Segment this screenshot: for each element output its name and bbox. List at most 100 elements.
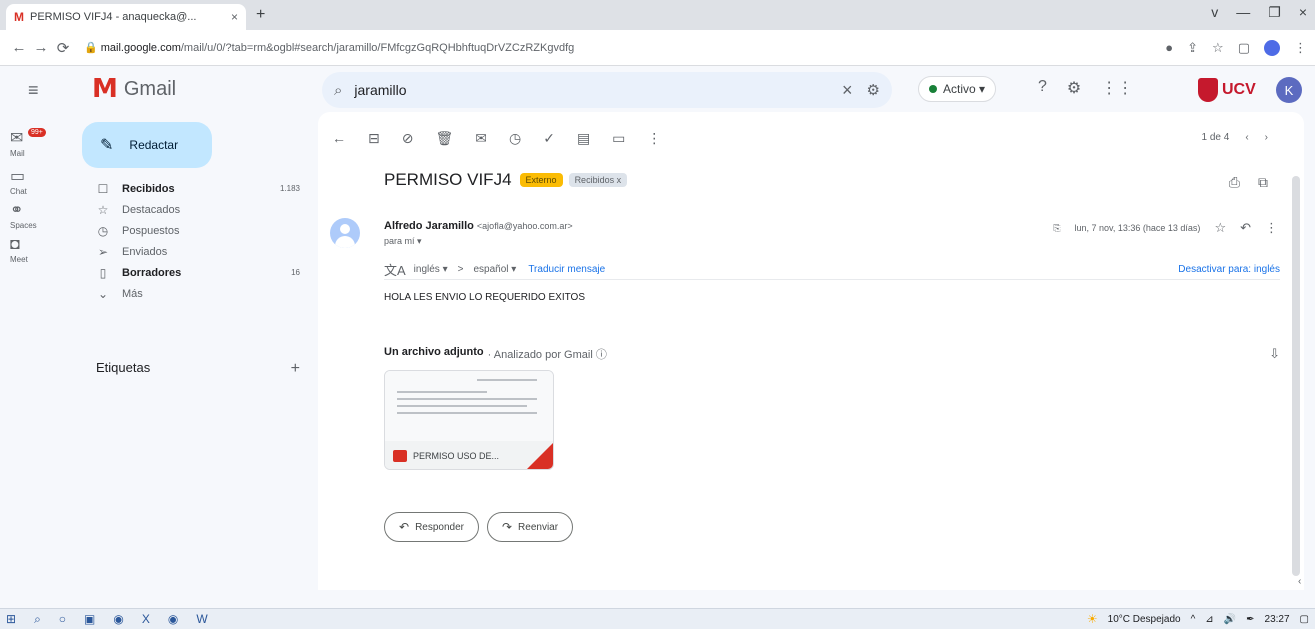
reply-label: Responder [415, 521, 464, 533]
browser-profile-icon[interactable] [1264, 39, 1280, 56]
prev-icon[interactable]: ‹ [1245, 132, 1248, 143]
excel-icon[interactable]: X [142, 612, 150, 627]
disable-translate-link[interactable]: Desactivar para: inglés [1178, 264, 1280, 275]
gmail-wordmark: Gmail [123, 77, 177, 100]
sidebar-item-starred[interactable]: ☆ Destacados [96, 199, 306, 220]
message-more-icon[interactable]: ⋮ [1265, 220, 1278, 236]
sidebar-item-sent[interactable]: ➢ Enviados [96, 241, 306, 262]
account-avatar[interactable]: K [1276, 77, 1302, 103]
star-message-icon[interactable]: ☆ [1214, 220, 1226, 236]
rail-item-spaces[interactable]: ⚭ Spaces [0, 200, 68, 230]
mail-folders: ☐ Recibidos 1.183 ☆ Destacados ◷ Pospues… [96, 178, 306, 304]
reply-button[interactable]: ↶ Responder [384, 512, 479, 542]
task-view-icon[interactable]: ▣ [84, 612, 95, 627]
browser-menu-icon[interactable]: ⋮ [1294, 40, 1307, 56]
tray-expand-icon[interactable]: ^ [1191, 614, 1196, 625]
reply-icon[interactable]: ↶ [1240, 220, 1251, 236]
browser-tab[interactable]: M PERMISO VIFJ4 - anaquecka@... × [6, 4, 246, 30]
window-controls: v — ❐ × [1211, 4, 1307, 21]
apps-grid-icon[interactable]: ⋮⋮ [1101, 78, 1133, 98]
sender-name[interactable]: Alfredo Jaramillo [384, 220, 474, 232]
add-to-drive-icon[interactable]: ⇩ [1269, 346, 1280, 362]
share-icon[interactable]: ⇪ [1187, 40, 1198, 56]
recipient-toggle[interactable]: para mí ▾ [384, 236, 422, 247]
message-meta: ⎘ lun, 7 nov, 13:36 (hace 13 días) ☆ ↶ ⋮ [1053, 220, 1278, 236]
address-bar: ← → ⟳ 🔒 mail.google.com/mail/u/0/?tab=rm… [0, 30, 1315, 66]
inbox-label-chip[interactable]: Recibidos x [568, 173, 628, 187]
search-icon[interactable]: ⌕ [334, 82, 342, 99]
back-to-list-icon[interactable]: ← [332, 130, 346, 147]
sidebar-item-more[interactable]: ⌄ Más [96, 283, 306, 304]
weather-text[interactable]: 10°C Despejado [1108, 614, 1181, 625]
translate-bar: 文A inglés ▾ > español ▾ Traducir mensaje… [384, 260, 1280, 280]
close-tab-icon[interactable]: × [231, 10, 238, 24]
attachment-clip-icon: ⎘ [1053, 222, 1061, 233]
clear-search-icon[interactable]: × [842, 80, 853, 101]
compose-button[interactable]: ✎ Redactar [82, 122, 212, 168]
volume-icon[interactable]: 🔊 [1224, 614, 1236, 625]
translate-to[interactable]: español [473, 264, 508, 275]
sidebar-item-label: Enviados [122, 245, 168, 258]
windows-start-icon[interactable]: ⊞ [6, 612, 16, 627]
spaces-icon: ⚭ [10, 202, 24, 219]
pen-icon[interactable]: ✒ [1246, 614, 1254, 625]
search-input[interactable]: jaramillo [354, 82, 842, 98]
url-field[interactable]: 🔒 mail.google.com/mail/u/0/?tab=rm&ogbl#… [84, 41, 1155, 54]
clock-time[interactable]: 23:27 [1265, 614, 1290, 625]
reload-icon[interactable]: ⟳ [52, 39, 74, 57]
sidebar-item-snoozed[interactable]: ◷ Pospuestos [96, 220, 306, 241]
add-task-icon[interactable]: ✓ [543, 130, 555, 147]
new-tab-icon[interactable]: + [256, 6, 265, 24]
main-menu-icon[interactable]: ≡ [28, 80, 39, 101]
maximize-icon[interactable]: ❐ [1268, 4, 1281, 21]
chrome-icon[interactable]: ◉ [113, 612, 123, 627]
minimize-icon[interactable]: — [1236, 4, 1250, 21]
mark-unread-icon[interactable]: ✉ [475, 130, 487, 147]
notifications-icon[interactable]: ▢ [1300, 614, 1309, 625]
snooze-icon[interactable]: ◷ [509, 130, 521, 147]
open-new-window-icon[interactable]: ⧉ [1258, 174, 1268, 191]
help-icon[interactable]: ? [1038, 78, 1047, 98]
print-icon[interactable]: ⎙ [1229, 174, 1240, 191]
search-options-icon[interactable]: ⚙ [867, 81, 880, 99]
network-icon[interactable]: ⊿ [1205, 614, 1213, 625]
translate-message-link[interactable]: Traducir mensaje [528, 264, 605, 275]
next-icon[interactable]: › [1265, 132, 1268, 143]
taskbar-search-icon[interactable]: ⌕ [34, 612, 41, 627]
sidebar-item-drafts[interactable]: ▯ Borradores 16 [96, 262, 306, 283]
sidebar-item-inbox[interactable]: ☐ Recibidos 1.183 [96, 178, 306, 199]
settings-gear-icon[interactable]: ⚙ [1067, 78, 1081, 98]
delete-icon[interactable]: 🗑 [435, 130, 453, 147]
archive-icon[interactable]: ⊟ [368, 130, 380, 147]
more-options-icon[interactable]: ⋮ [647, 130, 661, 147]
gmail-logo[interactable]: M Gmail [92, 76, 176, 102]
search-bar[interactable]: ⌕ jaramillo × ⚙ [322, 72, 892, 108]
scrollbar[interactable] [1292, 176, 1300, 576]
compose-label: Redactar [129, 138, 179, 152]
bookmark-star-icon[interactable]: ☆ [1212, 40, 1224, 56]
label-icon[interactable]: ▭ [612, 130, 625, 147]
add-label-icon[interactable]: + [291, 360, 300, 378]
move-to-icon[interactable]: ▤ [577, 130, 590, 147]
cortana-icon[interactable]: ○ [59, 612, 66, 627]
report-spam-icon[interactable]: ⊘ [402, 130, 414, 147]
sidebar-item-label: Pospuestos [122, 224, 180, 237]
attachment-preview [385, 371, 553, 441]
word-icon[interactable]: W [196, 612, 207, 627]
rail-item-chat[interactable]: ▭ Chat [0, 166, 68, 196]
translate-from[interactable]: inglés [414, 264, 440, 275]
attachment-card[interactable]: PERMISO USO DE... [384, 370, 554, 470]
forward-icon[interactable]: → [30, 39, 52, 56]
camera-icon[interactable]: ● [1165, 40, 1173, 55]
side-panel-toggle-icon[interactable]: ‹ [1298, 576, 1301, 587]
close-window-icon[interactable]: × [1299, 4, 1307, 21]
tab-search-icon[interactable]: v [1211, 4, 1218, 21]
back-icon[interactable]: ← [8, 39, 30, 56]
chrome-alt-icon[interactable]: ◉ [168, 612, 178, 627]
rail-item-mail[interactable]: ✉ 99+ Mail [0, 128, 68, 158]
sidepanel-icon[interactable]: ▢ [1238, 40, 1250, 56]
sidebar-item-label: Recibidos [122, 182, 175, 195]
status-selector[interactable]: Activo ▾ [918, 76, 997, 102]
forward-button[interactable]: ↷ Reenviar [486, 512, 574, 542]
rail-item-meet[interactable]: ◘ Meet [0, 236, 68, 264]
